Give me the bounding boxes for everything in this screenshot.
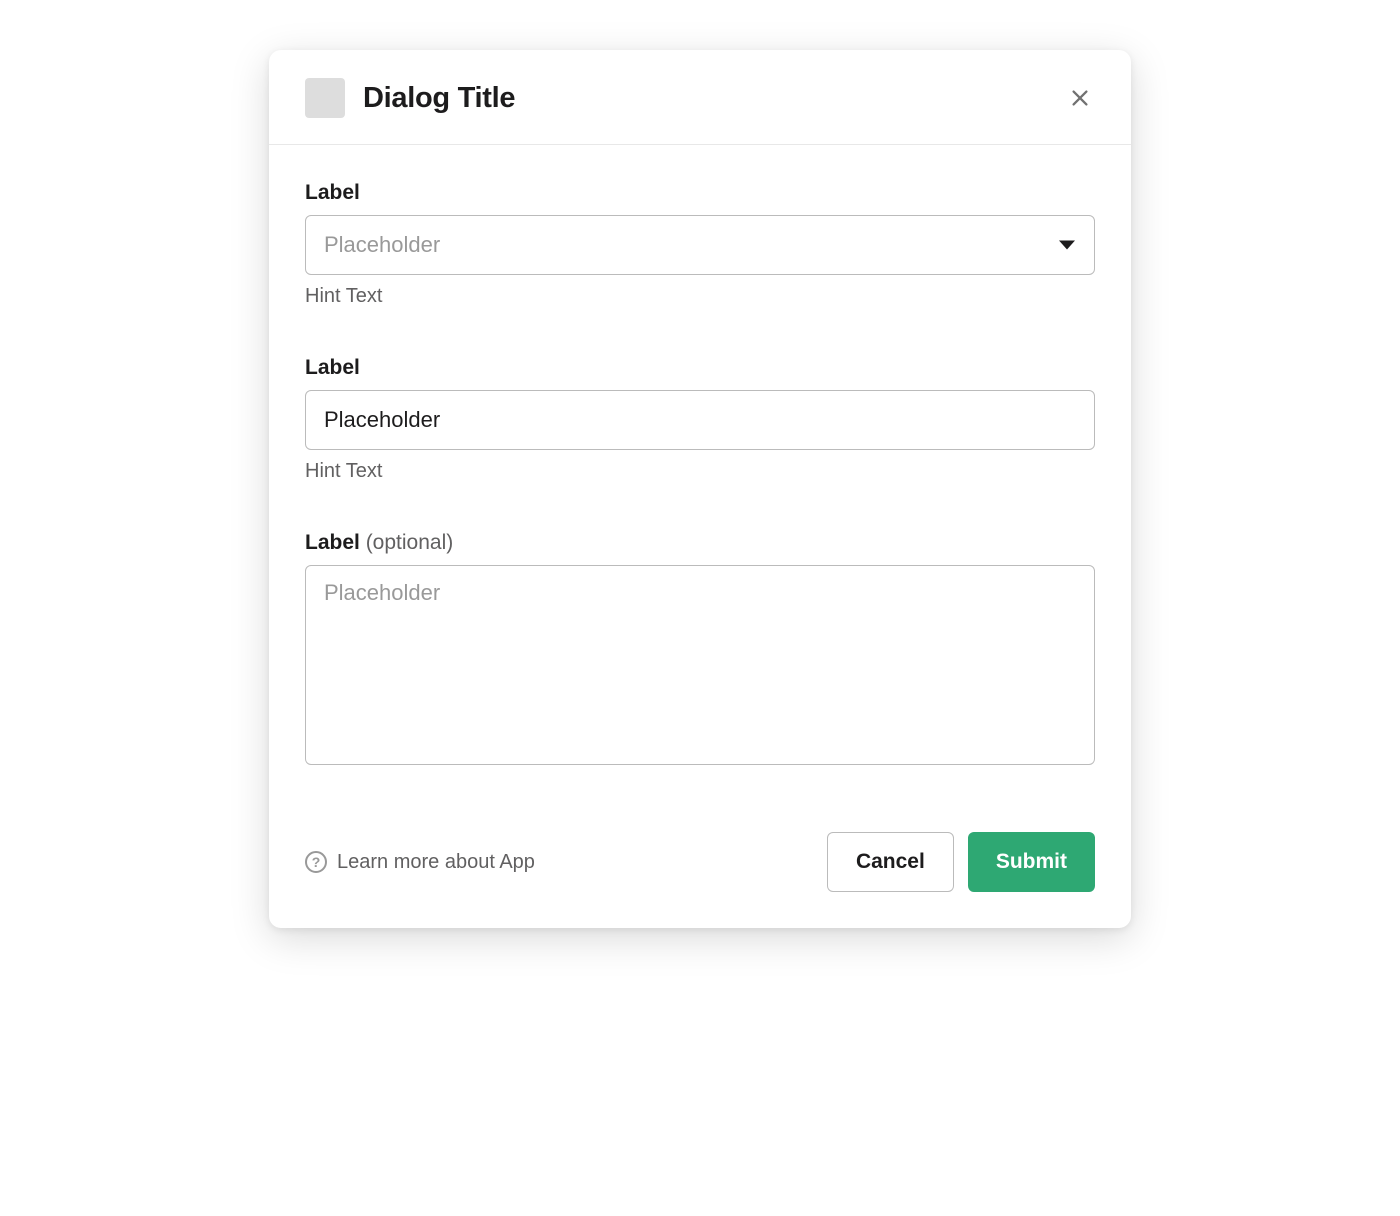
select-hint: Hint Text xyxy=(305,285,1095,308)
dialog-header: Dialog Title xyxy=(269,50,1131,145)
form-field-textarea: Label (optional) xyxy=(305,531,1095,770)
text-label: Label xyxy=(305,356,1095,380)
text-input[interactable] xyxy=(305,390,1095,450)
form-field-select: Label Placeholder Hint Text xyxy=(305,181,1095,308)
dialog-title: Dialog Title xyxy=(363,82,1065,115)
submit-button[interactable]: Submit xyxy=(968,832,1095,892)
footer-actions: Cancel Submit xyxy=(827,832,1095,892)
textarea-label: Label (optional) xyxy=(305,531,1095,555)
help-icon: ? xyxy=(305,851,327,873)
select-label: Label xyxy=(305,181,1095,205)
select-input[interactable]: Placeholder xyxy=(305,215,1095,275)
dialog-body: Label Placeholder Hint Text Label Hint T… xyxy=(269,145,1131,810)
app-icon xyxy=(305,78,345,118)
cancel-button[interactable]: Cancel xyxy=(827,832,954,892)
close-button[interactable] xyxy=(1065,83,1095,113)
select-wrapper: Placeholder xyxy=(305,215,1095,275)
textarea-label-text: Label xyxy=(305,531,360,554)
help-link[interactable]: ? Learn more about App xyxy=(305,851,535,874)
close-icon xyxy=(1069,87,1091,109)
dialog-footer: ? Learn more about App Cancel Submit xyxy=(269,810,1131,928)
textarea-optional-text: (optional) xyxy=(360,531,453,554)
dialog-modal: Dialog Title Label Placeholder Hint Text… xyxy=(269,50,1131,928)
text-hint: Hint Text xyxy=(305,460,1095,483)
help-text: Learn more about App xyxy=(337,851,535,874)
textarea-input[interactable] xyxy=(305,565,1095,765)
form-field-text: Label Hint Text xyxy=(305,356,1095,483)
